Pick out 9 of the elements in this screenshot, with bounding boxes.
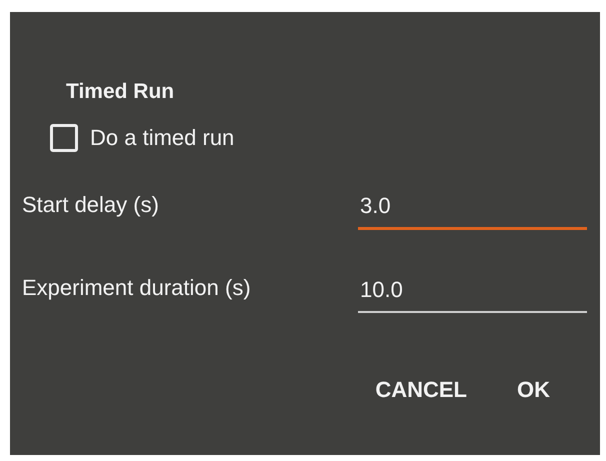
checkbox[interactable] [50, 124, 78, 152]
checkbox-label: Do a timed run [90, 125, 234, 151]
dialog-title: Timed Run [66, 80, 176, 104]
input-field[interactable]: 3.0 [358, 193, 587, 230]
input-field[interactable]: 10.0 [358, 277, 587, 313]
dialog-button[interactable]: CANCEL [363, 369, 479, 411]
dialog-button[interactable]: OK [505, 369, 562, 411]
field-label: Experiment duration (s) [22, 275, 252, 302]
field-label: Start delay (s) [22, 192, 160, 219]
